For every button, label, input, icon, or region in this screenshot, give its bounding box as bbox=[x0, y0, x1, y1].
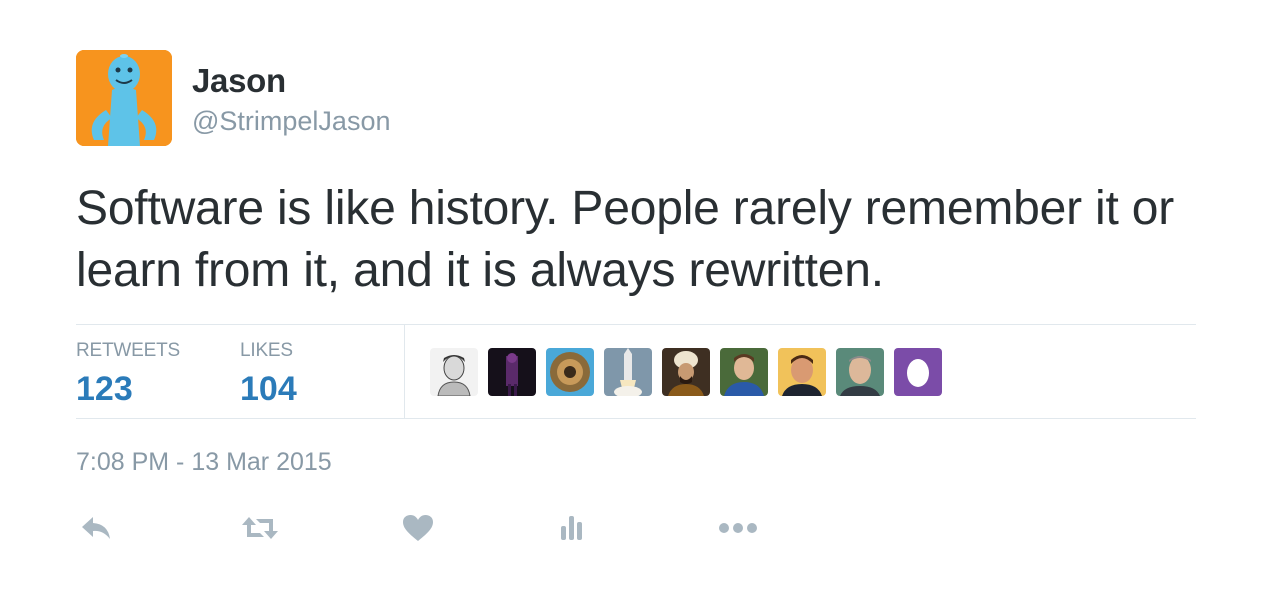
stats-vertical-divider bbox=[404, 325, 405, 418]
likes-count: 104 bbox=[240, 370, 297, 408]
author-display-name[interactable]: Jason bbox=[192, 62, 286, 100]
retweets-label: RETWEETS bbox=[76, 340, 180, 361]
likes-label: LIKES bbox=[240, 340, 293, 361]
retweets-stat[interactable]: RETWEETS 123 bbox=[76, 340, 180, 409]
retweet-icon[interactable] bbox=[240, 508, 280, 548]
likes-stat[interactable]: LIKES 104 bbox=[240, 340, 297, 409]
retweets-count: 123 bbox=[76, 370, 133, 408]
meeseeks-avatar-icon bbox=[76, 50, 172, 146]
man-blue-shirt-avatar-icon[interactable] bbox=[720, 348, 768, 396]
author-avatar[interactable] bbox=[76, 50, 172, 146]
tweet-text: Software is like history. People rarely … bbox=[76, 182, 1175, 297]
ottoman-portrait-avatar-icon[interactable] bbox=[662, 348, 710, 396]
analytics-icon[interactable] bbox=[552, 508, 592, 548]
dark-concert-avatar-icon[interactable] bbox=[488, 348, 536, 396]
man-outdoor-avatar-icon[interactable] bbox=[836, 348, 884, 396]
stats-divider-bottom bbox=[76, 418, 1196, 419]
author-handle[interactable]: @StrimpelJason bbox=[192, 106, 390, 137]
like-icon[interactable] bbox=[398, 508, 438, 548]
reply-icon[interactable] bbox=[76, 508, 116, 548]
rocket-launch-avatar-icon[interactable] bbox=[604, 348, 652, 396]
tweet-timestamp[interactable]: 7:08 PM - 13 Mar 2015 bbox=[76, 448, 332, 477]
more-icon[interactable] bbox=[718, 508, 758, 548]
fisheye-photo-avatar-icon[interactable] bbox=[546, 348, 594, 396]
sketch-portrait-avatar-icon[interactable] bbox=[430, 348, 478, 396]
egg-avatar-icon[interactable] bbox=[894, 348, 942, 396]
tweet-card: Jason @StrimpelJason Software is like hi… bbox=[0, 0, 1276, 591]
man-yellow-bg-avatar-icon[interactable] bbox=[778, 348, 826, 396]
stats-divider-top bbox=[76, 324, 1196, 325]
